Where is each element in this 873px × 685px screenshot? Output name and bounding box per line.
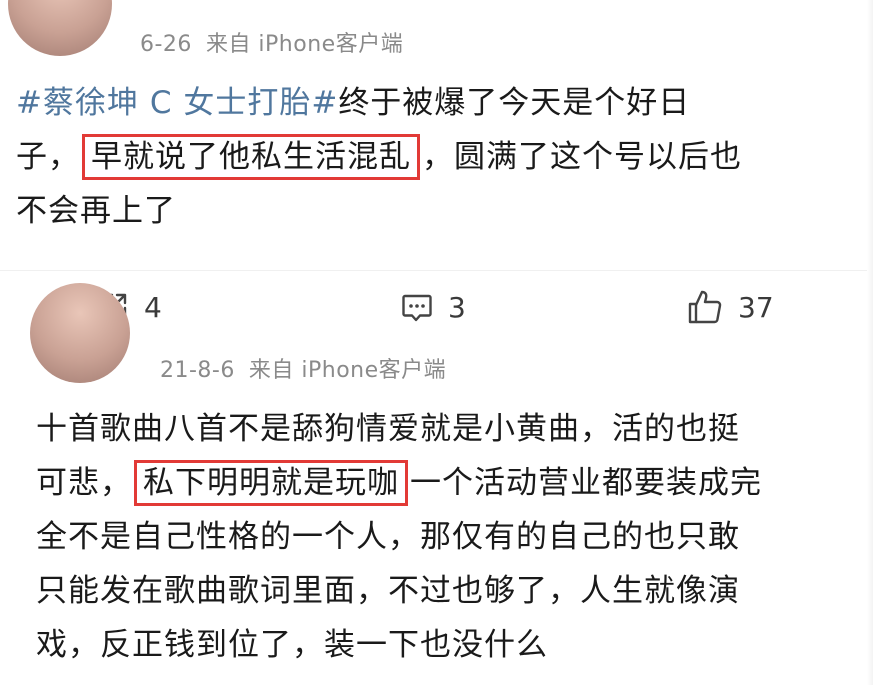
scrollbar[interactable] — [867, 0, 873, 685]
highlighted-text: 早就说了他私生活混乱 — [82, 134, 420, 180]
reply-source: 来自 iPhone客户端 — [248, 358, 447, 383]
like-icon — [686, 288, 724, 326]
reply-text: 可悲， — [36, 465, 132, 501]
highlighted-text: 私下明明就是玩咖 — [134, 460, 408, 506]
post-text: 子， — [16, 139, 80, 175]
reply-line: 全不是自己性格的一个人，那仅有的自己的也只敢 — [36, 519, 740, 555]
avatar[interactable] — [30, 283, 130, 383]
comment-button[interactable]: 3 — [400, 290, 466, 324]
like-button[interactable]: 37 — [686, 288, 774, 326]
post-text: ，圆满了这个号以后也 — [422, 139, 742, 175]
repost-count: 4 — [144, 290, 162, 324]
reply-meta: 21-8-6 来自 iPhone客户端 — [160, 352, 446, 384]
post-date: 6-26 — [140, 32, 192, 57]
action-bar: 4 3 37 — [0, 286, 873, 332]
reply-line: 可悲， 私下明明就是玩咖 一个活动营业都要装成完 — [36, 456, 861, 510]
post-source: 来自 iPhone客户端 — [205, 32, 404, 57]
post-meta: 6-26 来自 iPhone客户端 — [140, 26, 403, 58]
reply-body: 十首歌曲八首不是舔狗情爱就是小黄曲，活的也挺 可悲， 私下明明就是玩咖 一个活动营业… — [36, 402, 861, 672]
reply-text: 一个活动营业都要装成完 — [410, 465, 762, 501]
reply-line: 戏，反正钱到位了，装一下也没什么 — [36, 627, 548, 663]
post-body: #蔡徐坤 C 女士打胎#终于被爆了今天是个好日 子， 早就说了他私生活混乱 ，圆满了… — [16, 76, 861, 238]
reply-line: 只能发在歌曲歌词里面，不过也够了，人生就像演 — [36, 573, 740, 609]
comment-icon — [400, 290, 434, 324]
post-line: 不会再上了 — [16, 193, 176, 229]
post-line: 子， 早就说了他私生活混乱 ，圆满了这个号以后也 — [16, 130, 861, 184]
hashtag-link[interactable]: #蔡徐坤 C 女士打胎# — [16, 85, 338, 121]
post-line: #蔡徐坤 C 女士打胎#终于被爆了今天是个好日 — [16, 76, 861, 130]
reply-date: 21-8-6 — [160, 358, 235, 383]
comment-count: 3 — [448, 290, 466, 324]
reply-line: 十首歌曲八首不是舔狗情爱就是小黄曲，活的也挺 — [36, 411, 740, 447]
divider — [0, 270, 873, 271]
avatar[interactable] — [8, 0, 112, 56]
like-count: 37 — [738, 290, 774, 324]
post-text: 终于被爆了今天是个好日 — [338, 85, 691, 121]
